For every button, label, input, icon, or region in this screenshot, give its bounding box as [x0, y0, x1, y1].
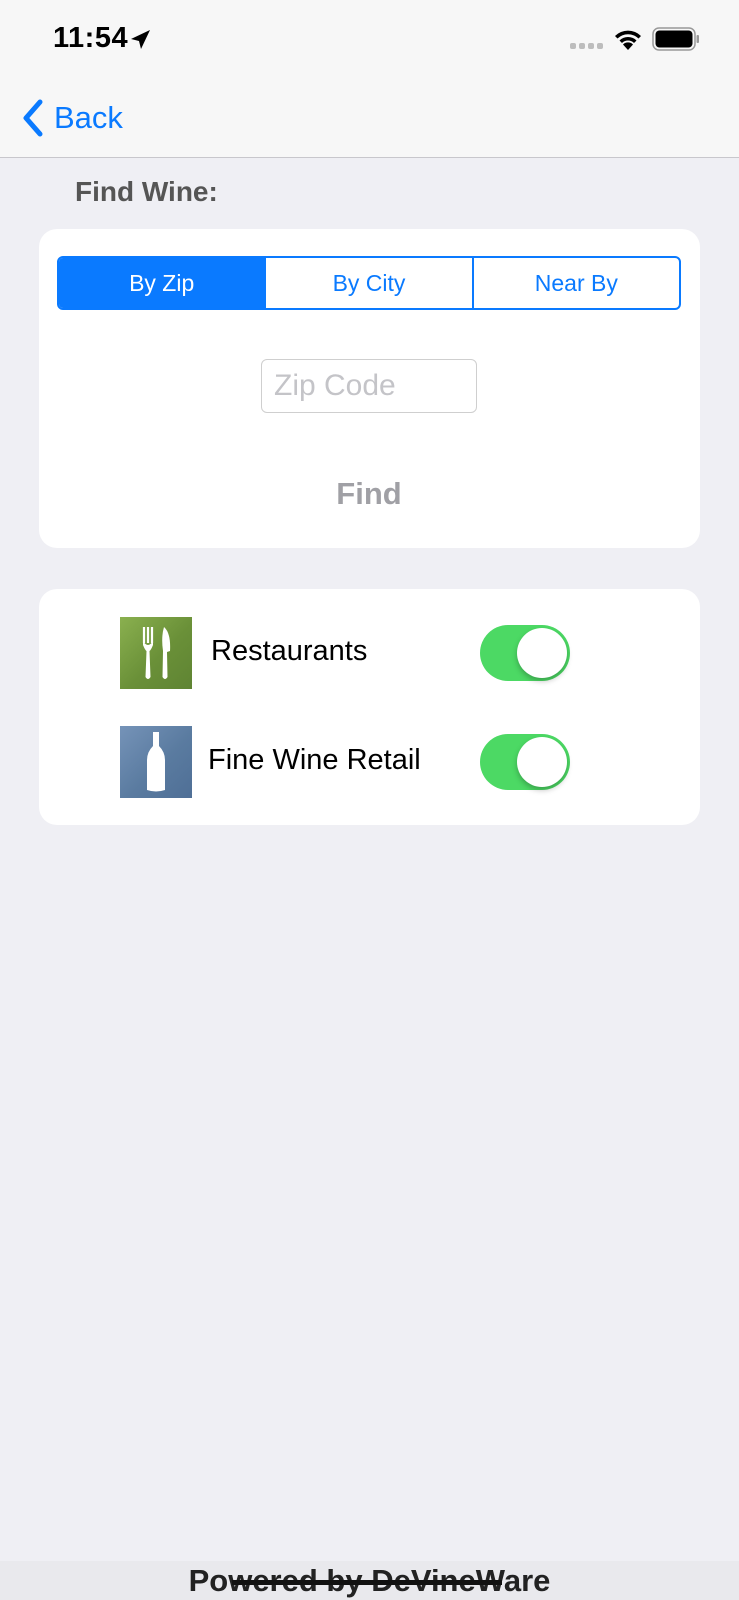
- status-bar: 11:54: [0, 0, 739, 80]
- filter-label: Restaurants: [211, 635, 368, 667]
- status-time: 11:54: [53, 22, 129, 54]
- footer: Powered by DeVineWare: [0, 1561, 739, 1600]
- chevron-left-icon: [23, 99, 43, 137]
- toggle-knob: [517, 628, 567, 678]
- cellular-signal-icon: [570, 43, 603, 49]
- filters-card: Restaurants Fine Wine Retail: [39, 589, 700, 825]
- search-card: By Zip By City Near By Find: [39, 229, 700, 548]
- fork-knife-icon: [120, 617, 192, 689]
- filter-row-fine-wine-retail: Fine Wine Retail: [39, 726, 700, 798]
- back-label: Back: [54, 100, 123, 135]
- location-arrow-icon: [131, 30, 150, 49]
- find-button[interactable]: Find: [309, 469, 429, 519]
- wine-bottle-icon: [120, 726, 192, 798]
- toggle-knob: [517, 737, 567, 787]
- navigation-bar: Back: [0, 80, 739, 158]
- wifi-icon: [615, 30, 641, 50]
- segment-near-by[interactable]: Near By: [471, 258, 679, 308]
- zip-code-input[interactable]: [261, 359, 477, 413]
- page-title: Find Wine:: [75, 176, 218, 207]
- segment-by-city[interactable]: By City: [264, 258, 471, 308]
- fine-wine-retail-toggle[interactable]: [480, 734, 570, 790]
- search-mode-segmented-control: By Zip By City Near By: [57, 256, 681, 310]
- footer-divider: [232, 1580, 502, 1585]
- restaurants-toggle[interactable]: [480, 625, 570, 681]
- filter-row-restaurants: Restaurants: [39, 617, 700, 689]
- filter-label: Fine Wine Retail: [208, 744, 421, 776]
- segment-by-zip[interactable]: By Zip: [59, 258, 265, 308]
- battery-icon: [652, 27, 699, 51]
- back-button[interactable]: Back: [20, 96, 123, 140]
